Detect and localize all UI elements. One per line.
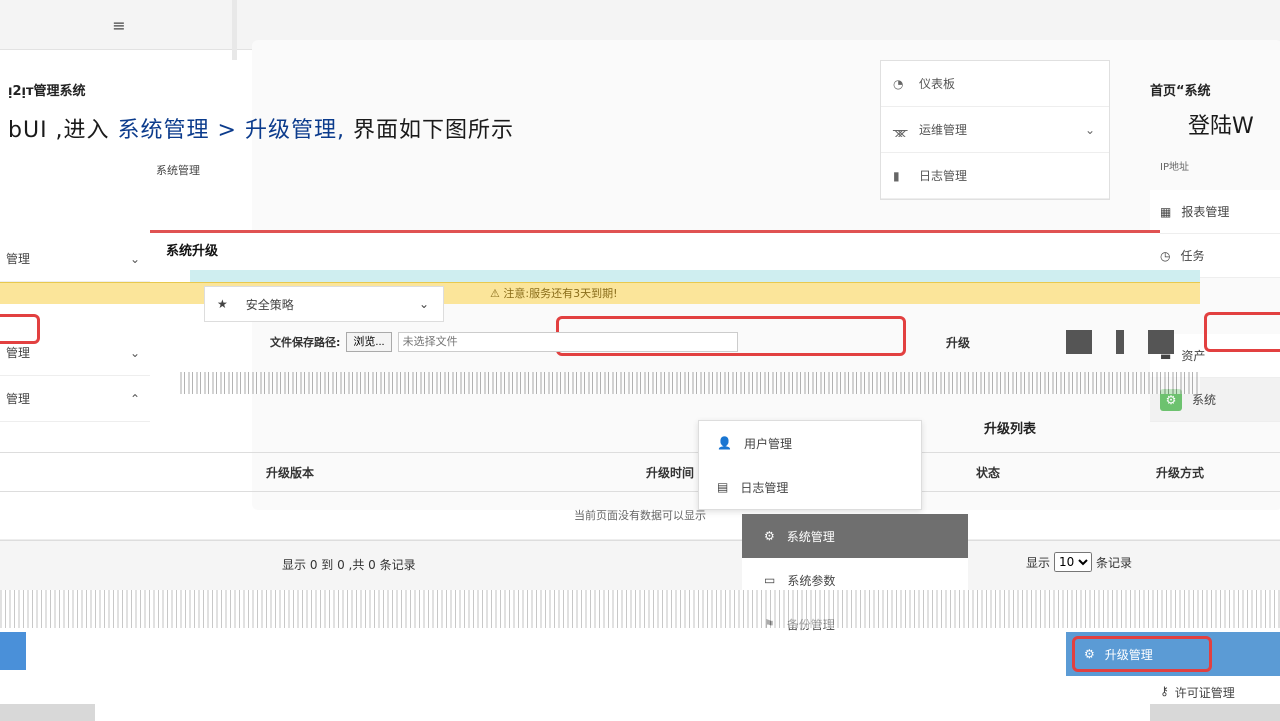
upgrade-list-title: 升级列表	[984, 422, 1037, 437]
highlight-box	[0, 314, 40, 344]
toolbar-block	[1116, 330, 1124, 354]
toolbar-block	[1066, 330, 1092, 354]
menu-item-ops[interactable]: ᚘ 运维管理 ⌄	[881, 107, 1109, 153]
left-active-bar	[0, 632, 26, 670]
table-empty-row: 当前页面没有数据可以显示	[0, 492, 1280, 540]
menu-item-logs[interactable]: ▤ 日志管理	[699, 465, 921, 509]
file-input[interactable]	[397, 332, 738, 352]
user-icon: 👤	[717, 436, 732, 450]
menu-item-label: 系统管理	[786, 529, 835, 544]
sidebar-divider	[232, 0, 237, 60]
dashboard-icon: ◔	[893, 76, 904, 91]
menu-item-label: 运维管理	[919, 123, 968, 137]
page-size-suffix: 条记录	[1096, 555, 1133, 570]
chevron-down-icon: ⌄	[418, 297, 429, 311]
sitemap-icon: ᚘ	[893, 122, 908, 137]
menu-item-system[interactable]: ⚙ 系统管理	[742, 514, 968, 558]
chevron-down-icon: ⌄	[129, 251, 140, 266]
heading-suffix: 界面如下图所示	[352, 118, 514, 143]
sidebar-item-left-2[interactable]: 管理 ⌃	[0, 376, 150, 422]
system-upgrade-card	[150, 230, 1160, 270]
gear-icon: ⚙	[764, 529, 775, 543]
column-header[interactable]: 状态	[960, 464, 1140, 481]
strategy-dropdown[interactable]: ★ 安全策略 ⌄	[204, 286, 444, 322]
hamburger-icon[interactable]: ≡	[104, 14, 134, 38]
warning-banner: ⚠ 注意:服务还有3天到期!	[0, 282, 1200, 304]
key-icon: ⚷	[1160, 684, 1169, 698]
chevron-down-icon: ⌄	[1084, 122, 1095, 137]
upload-row: 文件保存路径: 浏览...	[270, 330, 930, 354]
sidebar-item-label: 报表管理	[1181, 205, 1230, 219]
report-icon: ▦	[1160, 204, 1172, 219]
right-doc-title: 首页“系统	[1150, 84, 1211, 99]
right-footer-block	[1150, 704, 1280, 721]
sidebar-item-reports[interactable]: ▦ 报表管理	[1150, 190, 1280, 234]
column-header[interactable]: 升级方式	[1140, 464, 1280, 481]
table-header: 升级版本 升级时间 状态 升级方式	[0, 452, 1280, 492]
strategy-label: 安全策略	[245, 297, 294, 312]
sidebar-item-upgrade[interactable]: ⚙ 升级管理	[1066, 632, 1280, 676]
sidebar-item-label: 管理	[6, 392, 31, 406]
breadcrumb: 系统管理	[156, 164, 200, 177]
left-footer-block	[0, 704, 95, 721]
sidebar-item-left-0[interactable]: 管理 ⌄	[0, 236, 150, 282]
system-upgrade-title: 系统升级	[166, 244, 219, 259]
right-doc-login: 登陆W	[1188, 114, 1254, 139]
upgrade-button[interactable]: 升级	[946, 330, 1006, 354]
menu-item-label: 日志管理	[740, 480, 789, 495]
warning-text: 注意:服务还有3天到期!	[503, 287, 618, 300]
sidebar-item-label: 资产	[1181, 349, 1206, 363]
page-size-prefix: 显示	[1026, 555, 1051, 570]
menu-item-label: 系统参数	[787, 573, 836, 588]
menu-item-label: 仪表板	[919, 77, 956, 91]
sidebar-item-label: 许可证管理	[1174, 686, 1235, 700]
heading-prefix: bUI ,进入	[8, 118, 110, 143]
highlight-box	[1072, 636, 1212, 672]
right-menu: ▦ 报表管理 ◷ 任务	[1150, 190, 1280, 278]
highlight-box	[1204, 312, 1280, 352]
noise-band	[180, 372, 1200, 394]
sidebar-item-label: 管理	[6, 252, 31, 266]
menu-item-users[interactable]: 👤 用户管理	[699, 421, 921, 465]
doc-title: ᴉ2ᴉᴛ管理系统	[8, 84, 86, 99]
column-header[interactable]: 升级版本	[250, 464, 630, 481]
left-menu: 管理 ⌄	[0, 236, 150, 282]
warning-icon: ⚠	[490, 287, 504, 300]
record-count: 显示 0 到 0 ,共 0 条记录	[282, 558, 416, 572]
sidebar-item-label: 管理	[6, 346, 31, 360]
toolbar-bars	[1066, 330, 1174, 354]
menu-item-label: 用户管理	[743, 436, 792, 451]
menu-item-dashboard[interactable]: ◔ 仪表板	[881, 61, 1109, 107]
file-path-label: 文件保存路径:	[270, 336, 341, 349]
params-icon: ▭	[764, 573, 776, 587]
sidebar-item-license[interactable]: ⚷ 许可证管理	[1160, 684, 1235, 701]
doc-heading: bUI ,进入 系统管理 > 升级管理, 界面如下图所示	[8, 112, 514, 144]
sidebar-item-label: 任务	[1180, 249, 1205, 263]
noise-band	[0, 590, 1280, 628]
page-size-control: 显示 10 条记录	[1026, 552, 1132, 572]
page-size-select[interactable]: 10	[1054, 552, 1093, 572]
chevron-up-icon: ⌃	[129, 391, 140, 406]
chevron-down-icon: ⌄	[129, 345, 140, 360]
user-menu: 👤 用户管理 ▤ 日志管理	[698, 420, 922, 510]
browse-button[interactable]: 浏览...	[346, 332, 392, 352]
right-doc-sub: IP地址	[1160, 162, 1189, 173]
star-icon: ★	[217, 297, 228, 311]
heading-link[interactable]: 系统管理 > 升级管理,	[118, 118, 345, 143]
clock-icon: ◷	[1160, 248, 1171, 263]
log-icon: ▤	[717, 480, 729, 494]
toolbar-block	[1148, 330, 1174, 354]
